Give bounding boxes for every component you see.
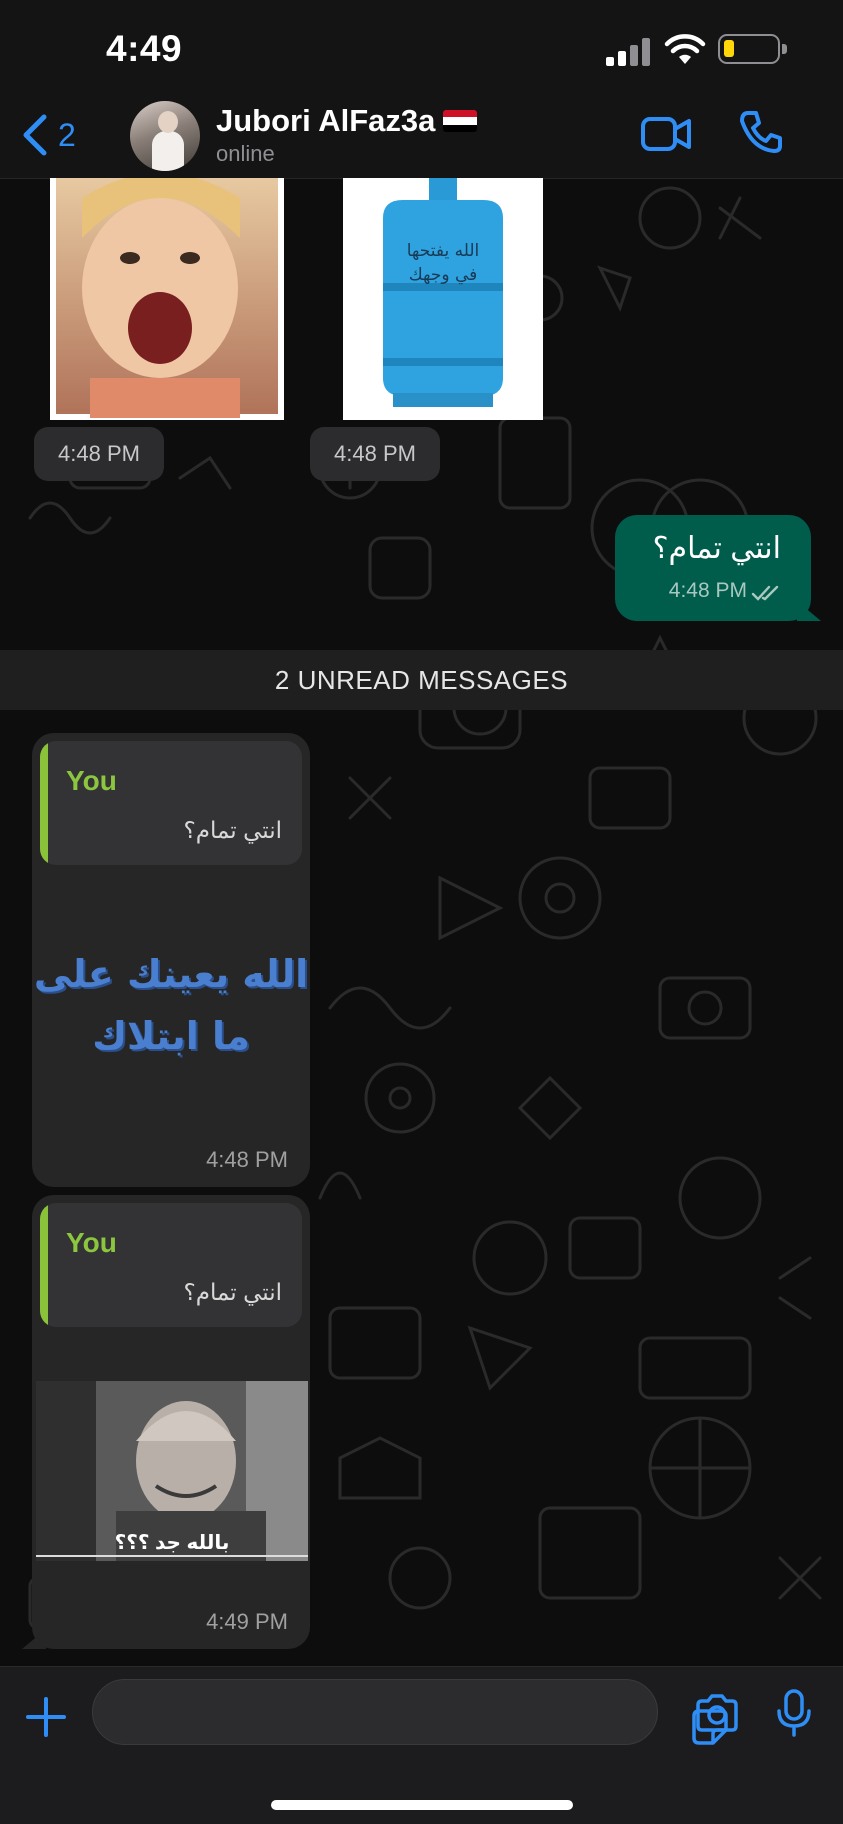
- home-indicator[interactable]: [271, 1800, 573, 1810]
- microphone-icon[interactable]: [774, 1689, 814, 1737]
- image-timestamp: 4:48 PM: [310, 427, 440, 481]
- quote-text: انتي تمام؟: [183, 817, 282, 843]
- image-timestamp: 4:48 PM: [34, 427, 164, 481]
- iraq-flag-icon: [443, 110, 478, 132]
- contact-name-text: Jubori AlFaz3a: [216, 103, 436, 138]
- sticker-text-line2: ما ابتلاك: [92, 1014, 250, 1058]
- contact-name[interactable]: Jubori AlFaz3a: [216, 103, 478, 139]
- chat-screen: 4:49 2 Jubori AlFaz3a online الله يفتحها…: [0, 0, 843, 1824]
- back-button[interactable]: 2: [22, 113, 76, 157]
- read-ticks-icon: [751, 585, 779, 601]
- quote-author: You: [66, 1227, 117, 1258]
- contact-status: online: [216, 141, 275, 166]
- unread-chats-count: 2: [58, 116, 76, 153]
- sticker-text-line1: الله يعينك على: [33, 952, 309, 996]
- battery-icon: [718, 34, 787, 64]
- reaction-photo[interactable]: بالله جد ؟؟؟: [36, 1381, 308, 1561]
- contact-avatar[interactable]: [130, 101, 200, 171]
- image-message-child[interactable]: [50, 178, 284, 420]
- photo-caption: بالله جد ؟؟؟: [114, 1532, 230, 1554]
- quoted-reply[interactable]: You انتي تمام؟: [40, 741, 302, 865]
- message-input[interactable]: [92, 1679, 728, 1745]
- message-text: انتي تمام؟: [652, 532, 781, 565]
- gas-cylinder-photo: الله يفتحها في وجهك: [343, 178, 543, 420]
- message-input-bar: [0, 1666, 843, 1824]
- incoming-message[interactable]: You انتي تمام؟ الله يعينك على ما ابتلاك …: [32, 733, 310, 1187]
- message-time: 4:48 PM: [668, 579, 747, 602]
- video-call-icon[interactable]: [640, 115, 692, 153]
- cylinder-text-line1: الله يفتحها: [407, 241, 480, 261]
- message-time: 4:49 PM: [206, 1609, 288, 1634]
- quoted-reply[interactable]: You انتي تمام؟: [40, 1203, 302, 1327]
- chevron-left-icon: [23, 114, 47, 156]
- plus-icon[interactable]: [26, 1697, 66, 1737]
- chat-header: 2 Jubori AlFaz3a online: [0, 95, 843, 179]
- quote-text: انتي تمام؟: [183, 1279, 282, 1305]
- status-time: 4:49: [106, 28, 183, 69]
- outgoing-message[interactable]: انتي تمام؟ 4:48 PM: [615, 515, 821, 621]
- cellular-signal-icon: [606, 38, 652, 66]
- unread-messages-divider: 2 UNREAD MESSAGES: [0, 650, 843, 710]
- image-message-gas-cylinder[interactable]: الله يفتحها في وجهك: [343, 178, 543, 420]
- cylinder-text-line2: في وجهك: [409, 265, 478, 285]
- phone-icon[interactable]: [738, 109, 784, 155]
- quote-author: You: [66, 765, 117, 796]
- status-bar: 4:49: [0, 0, 843, 95]
- message-time: 4:48 PM: [206, 1147, 288, 1172]
- incoming-message[interactable]: You انتي تمام؟ بالله جد ؟؟؟ 4:49 PM: [22, 1195, 310, 1649]
- wifi-icon: [664, 34, 706, 64]
- camera-icon[interactable]: [694, 1693, 740, 1733]
- laughing-child-photo: [56, 178, 278, 418]
